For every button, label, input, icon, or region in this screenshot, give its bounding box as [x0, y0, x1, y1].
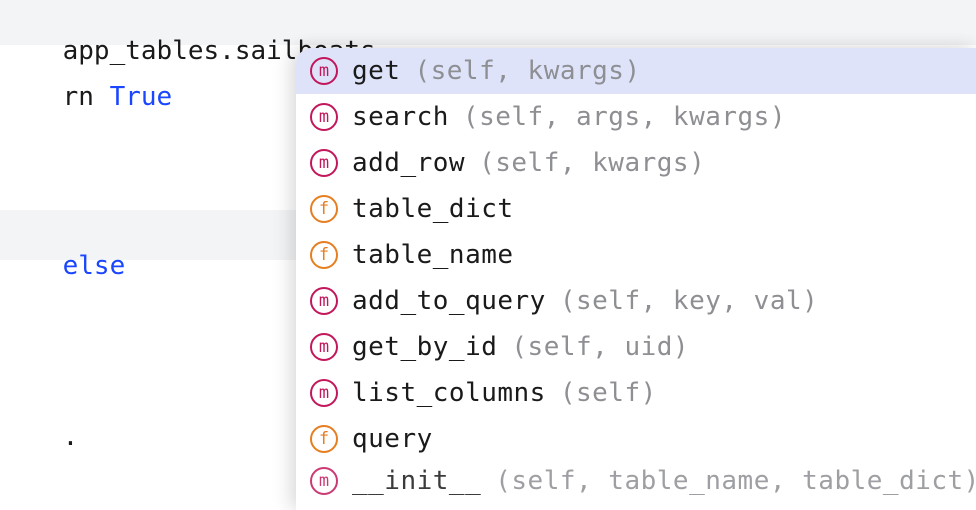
autocomplete-item-params: (self, uid)	[511, 332, 689, 362]
code-token: .	[63, 422, 79, 452]
autocomplete-item-name: add_to_query	[352, 286, 546, 316]
autocomplete-item-list-columns[interactable]: m list_columns (self)	[296, 370, 976, 416]
autocomplete-item-name: table_dict	[352, 194, 514, 224]
code-keyword-else: else	[63, 251, 126, 281]
method-icon: m	[310, 333, 338, 361]
autocomplete-item-params: (self, table_name, table_dict)	[495, 466, 976, 496]
method-icon: m	[310, 467, 338, 495]
autocomplete-item-table-name[interactable]: f table_name	[296, 232, 976, 278]
autocomplete-item-add-row[interactable]: m add_row (self, kwargs)	[296, 140, 976, 186]
method-icon: m	[310, 379, 338, 407]
autocomplete-item-add-to-query[interactable]: m add_to_query (self, key, val)	[296, 278, 976, 324]
autocomplete-item-name: get	[352, 56, 400, 86]
autocomplete-popup[interactable]: mget(self, kwargs)msearch(self, args, kw…	[296, 48, 976, 510]
method-icon: m	[310, 103, 338, 131]
autocomplete-item-table-dict[interactable]: f table_dict	[296, 186, 976, 232]
code-keyword-true: True	[110, 82, 173, 112]
autocomplete-item-name: table_name	[352, 240, 514, 270]
method-icon: m	[310, 149, 338, 177]
field-icon: f	[310, 425, 338, 453]
autocomplete-item-get[interactable]: mget (self, kwargs)	[296, 48, 976, 94]
autocomplete-item-get-by-id[interactable]: m get_by_id (self, uid)	[296, 324, 976, 370]
autocomplete-item-params: (self)	[560, 378, 657, 408]
code-token: rn	[63, 82, 110, 112]
autocomplete-item-search[interactable]: msearch (self, args, kwargs)	[296, 94, 976, 140]
autocomplete-item-name: get_by_id	[352, 332, 497, 362]
autocomplete-item-params: (self, key, val)	[560, 286, 818, 316]
autocomplete-item---init--[interactable]: m __init__ (self, table_name, table_dict)	[296, 462, 976, 500]
autocomplete-item-params: (self, kwargs)	[414, 56, 640, 86]
autocomplete-item-name: query	[352, 424, 433, 454]
autocomplete-item-params: (self, kwargs)	[479, 148, 705, 178]
method-icon: m	[310, 57, 338, 85]
field-icon: f	[310, 241, 338, 269]
autocomplete-item-name: __init__	[352, 466, 481, 496]
autocomplete-item-name: search	[352, 102, 449, 132]
field-icon: f	[310, 195, 338, 223]
method-icon: m	[310, 287, 338, 315]
autocomplete-list: mget(self, kwargs)msearch(self, args, kw…	[296, 48, 976, 500]
code-token: .	[219, 36, 235, 66]
autocomplete-item-name: add_row	[352, 148, 465, 178]
autocomplete-item-name: list_columns	[352, 378, 546, 408]
autocomplete-item-params: (self, args, kwargs)	[463, 102, 786, 132]
autocomplete-item-query[interactable]: fquery	[296, 416, 976, 462]
